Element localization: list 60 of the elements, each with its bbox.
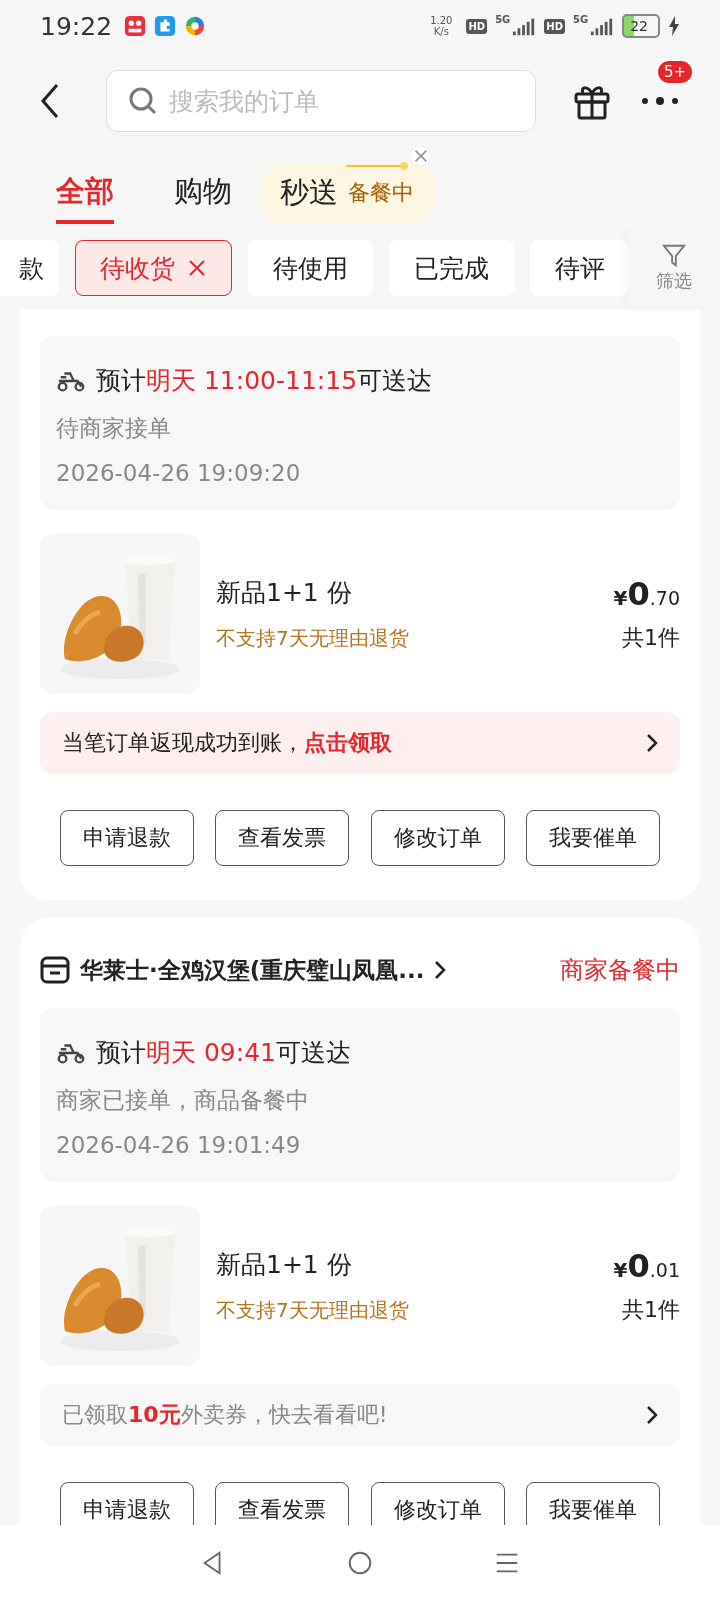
action-button[interactable]: 申请退款 — [60, 1482, 194, 1525]
search-icon — [128, 86, 158, 116]
filter-icon — [661, 243, 687, 269]
filter-chip[interactable]: 待评 — [530, 240, 628, 296]
signal-icon — [590, 16, 615, 36]
action-button[interactable]: 查看发票 — [215, 810, 350, 866]
network-speed: 1.20 — [430, 15, 453, 26]
filter-chip[interactable]: 已完成 — [389, 240, 514, 296]
hd-label: HD — [466, 18, 488, 34]
search-field[interactable]: 搜索我的订单 — [106, 70, 536, 132]
filter-chip[interactable]: 待使用 — [248, 240, 373, 296]
item-count: 共1件 — [622, 624, 680, 652]
return-policy-note: 不支持7天无理由退货 — [216, 1297, 410, 1324]
return-policy-note: 不支持7天无理由退货 — [216, 625, 410, 652]
item-count: 共1件 — [622, 1296, 680, 1324]
action-button[interactable]: 我要催单 — [526, 1482, 660, 1525]
store-name[interactable]: 华莱士·全鸡汉堡(重庆璧山凤凰... — [80, 954, 425, 986]
chevron-right-icon — [646, 1405, 658, 1425]
back-icon[interactable] — [40, 83, 60, 119]
tab[interactable]: 购物 — [174, 164, 232, 224]
network-label: 5G — [495, 14, 511, 25]
action-button[interactable]: 修改订单 — [370, 1482, 505, 1525]
notification-badge: 5+ — [655, 59, 694, 85]
tab-pill[interactable]: 秒送 备餐中 — [260, 163, 436, 223]
promo-banner[interactable]: 已领取10元外卖券，快去看看吧! — [40, 1384, 680, 1446]
product-price: ¥0.01 — [613, 1247, 680, 1285]
tab-status: 备餐中 — [348, 179, 414, 207]
chevron-right-icon — [646, 733, 658, 753]
delivery-estimate: 预计明天 09:41可送达 — [96, 1037, 351, 1069]
order-status: 商家备餐中 — [560, 955, 680, 986]
order-time: 2026-04-26 19:09:20 — [56, 460, 302, 486]
action-button[interactable]: 修改订单 — [370, 810, 505, 866]
signal-icon — [512, 16, 537, 36]
promo-banner[interactable]: 当笔订单返现成功到账，点击领取 — [40, 712, 680, 774]
filter-chip[interactable]: 款 — [0, 240, 59, 296]
action-button[interactable]: 申请退款 — [60, 810, 194, 866]
tab-label: 秒送 — [280, 174, 338, 211]
product-price: ¥0.70 — [613, 575, 680, 613]
speed-unit: K/s — [433, 26, 449, 37]
swirl-icon — [184, 15, 207, 37]
close-icon[interactable] — [187, 258, 207, 278]
store-icon[interactable] — [40, 955, 70, 985]
tab[interactable]: 全部 — [56, 164, 114, 224]
app-icon — [124, 15, 147, 37]
action-button[interactable]: 查看发票 — [215, 1482, 350, 1525]
charging-icon — [668, 16, 680, 36]
filter-chip[interactable]: 待收货 — [75, 240, 232, 296]
close-icon[interactable] — [412, 147, 430, 165]
action-button[interactable]: 我要催单 — [526, 810, 660, 866]
delivery-estimate: 预计明天 11:00-11:15可送达 — [96, 365, 433, 397]
order-time: 2026-04-26 19:01:49 — [56, 1132, 302, 1158]
status-time: 19:22 — [40, 11, 113, 41]
network-label: 5G — [573, 14, 589, 25]
chevron-right-icon[interactable] — [434, 960, 447, 980]
hd-label: HD — [544, 18, 565, 34]
progress-indicator — [346, 161, 410, 171]
puzzle-icon — [154, 15, 177, 37]
product-name: 新品1+1 份 — [216, 577, 353, 609]
more-icon[interactable] — [640, 96, 680, 106]
product-name: 新品1+1 份 — [216, 1249, 353, 1281]
